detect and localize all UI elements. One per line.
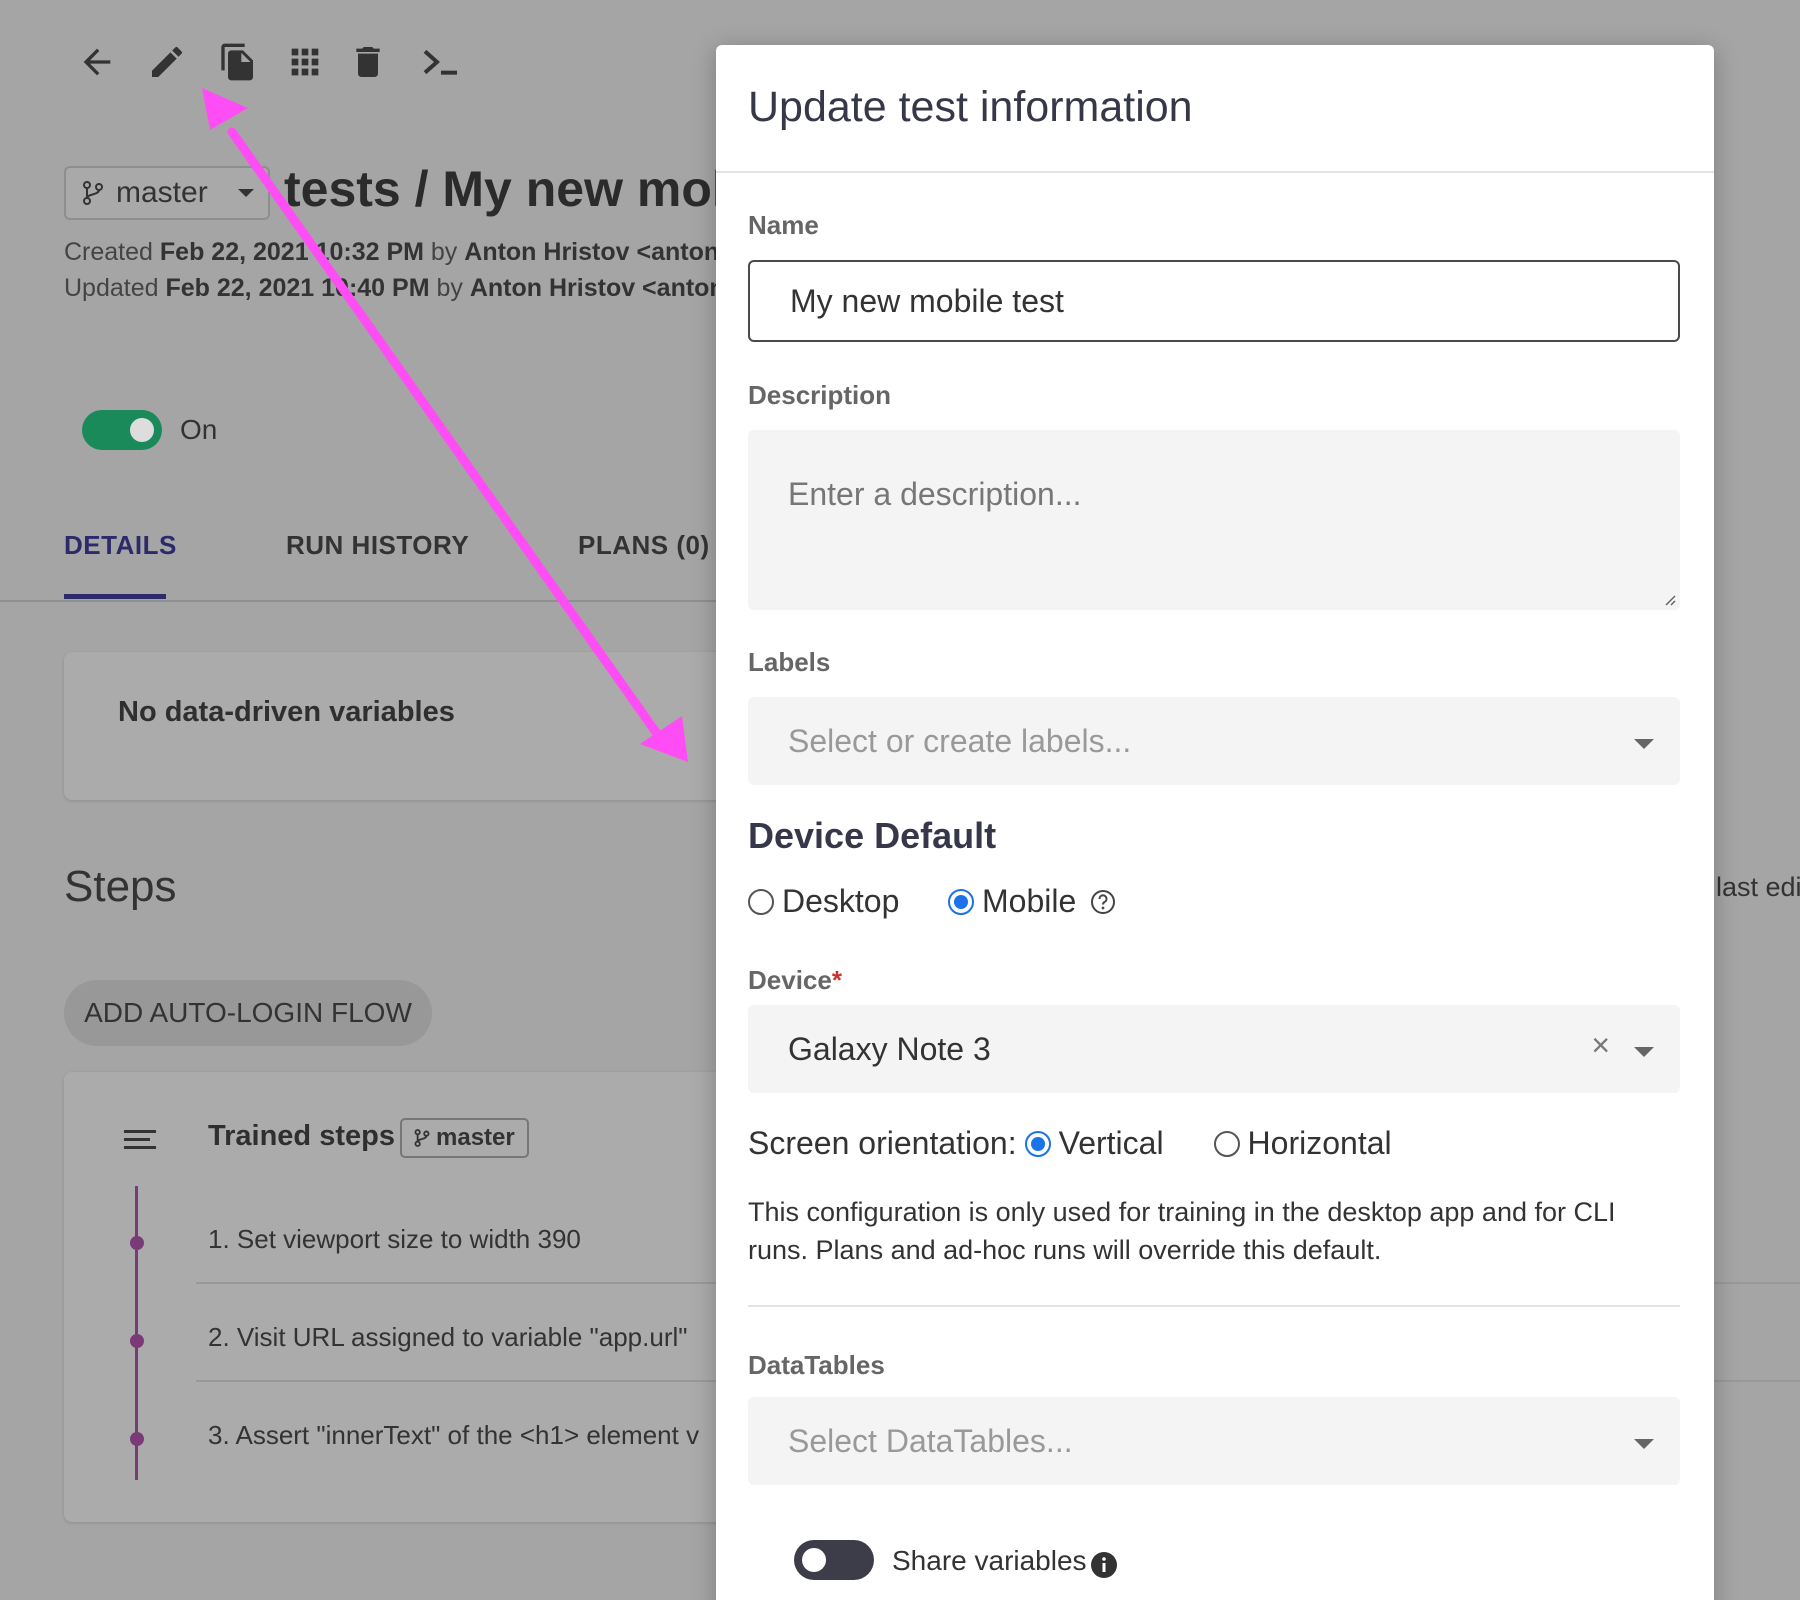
resize-grip-icon[interactable]: [1662, 592, 1676, 606]
labels-label: Labels: [748, 647, 831, 677]
info-icon[interactable]: [1090, 1551, 1118, 1579]
radio-horizontal-label: Horizontal: [1247, 1125, 1392, 1161]
modal-header: Update test information: [716, 45, 1714, 173]
step-dot: [130, 1236, 144, 1250]
device-label: Device*: [748, 965, 842, 996]
name-input[interactable]: My new mobile test: [748, 260, 1680, 342]
share-variables-toggle[interactable]: [794, 1540, 874, 1580]
branch-chip: master: [400, 1118, 529, 1158]
radio-vertical-label: Vertical: [1058, 1125, 1164, 1161]
updated-by: Anton Hristov <anton@: [469, 274, 750, 302]
name-input-value: My new mobile test: [790, 282, 1064, 319]
step-item-3[interactable]: 3. Assert "innerText" of the <h1> elemen…: [208, 1420, 699, 1451]
created-by-word: by: [430, 238, 458, 266]
tabs-divider: [0, 600, 720, 602]
created-prefix: Created: [64, 238, 153, 266]
orientation-label: Screen orientation:: [748, 1125, 1017, 1161]
radio-vertical-control[interactable]: [1024, 1130, 1051, 1157]
radio-horizontal-control[interactable]: [1213, 1130, 1240, 1157]
git-branch-icon: [83, 181, 103, 205]
clear-icon[interactable]: ×: [1591, 1027, 1610, 1064]
chevron-down-icon: [238, 189, 254, 197]
datatables-placeholder: Select DataTables...: [788, 1422, 1073, 1459]
share-variables-label: Share variables: [892, 1545, 1087, 1576]
created-by: Anton Hristov <anton@: [464, 238, 744, 266]
description-textarea[interactable]: Enter a description...: [748, 430, 1680, 610]
labels-select[interactable]: Select or create labels...: [748, 697, 1680, 785]
device-select[interactable]: Galaxy Note 3 ×: [748, 1005, 1680, 1093]
trained-steps-label: Trained steps: [208, 1120, 395, 1152]
trash-icon[interactable]: [346, 40, 390, 84]
created-meta: Created Feb 22, 2021 10:32 PM by Anton H…: [64, 238, 744, 267]
duplicate-icon[interactable]: [216, 40, 260, 84]
created-date: Feb 22, 2021 10:32 PM: [159, 238, 424, 266]
active-tab-indicator: [64, 594, 166, 599]
branch-chip-label: master: [436, 1124, 515, 1151]
modal-title: Update test information: [748, 83, 1193, 131]
step-dot: [130, 1432, 144, 1446]
branch-select-value: master: [116, 176, 208, 209]
updated-by-word: by: [436, 274, 463, 302]
datatables-label: DataTables: [748, 1350, 885, 1380]
required-indicator: *: [831, 965, 842, 995]
steps-heading: Steps: [64, 862, 177, 911]
device-default-heading: Device Default: [748, 815, 997, 856]
device-select-value: Galaxy Note 3: [788, 1030, 991, 1067]
chevron-down-icon: [1634, 1047, 1654, 1057]
toggle-knob: [802, 1548, 826, 1572]
updated-meta: Updated Feb 22, 2021 10:40 PM by Anton H…: [64, 274, 749, 303]
radio-mobile[interactable]: Mobile: [948, 883, 1116, 920]
modal-divider: [748, 1305, 1680, 1307]
radio-desktop-label: Desktop: [782, 883, 900, 919]
radio-desktop-control[interactable]: [748, 888, 774, 915]
add-auto-login-flow-button[interactable]: ADD AUTO-LOGIN FLOW: [64, 980, 432, 1046]
git-branch-icon: [414, 1129, 430, 1147]
updated-prefix: Updated: [64, 274, 159, 302]
tab-run-history[interactable]: RUN HISTORY: [286, 530, 469, 561]
step-item-2[interactable]: 2. Visit URL assigned to variable "app.u…: [208, 1322, 688, 1353]
name-label: Name: [748, 210, 819, 240]
page-title: tests / My new mol: [284, 161, 726, 217]
toggle-knob: [130, 418, 154, 442]
screen-orientation-row: Screen orientation: Vertical Horizontal: [748, 1125, 1392, 1162]
variables-empty-text: No data-driven variables: [118, 696, 455, 728]
device-label-text: Device: [748, 965, 832, 995]
radio-mobile-control[interactable]: [948, 888, 974, 915]
radio-mobile-label: Mobile: [982, 883, 1077, 919]
datatables-select[interactable]: Select DataTables...: [748, 1397, 1680, 1485]
steps-list-icon: [124, 1130, 156, 1152]
updated-date: Feb 22, 2021 10:40 PM: [165, 274, 430, 302]
update-test-modal: Update test information Name My new mobi…: [716, 45, 1714, 1600]
enabled-toggle-label: On: [180, 414, 218, 445]
edit-pencil-icon[interactable]: [145, 40, 189, 84]
description-placeholder: Enter a description...: [788, 476, 1082, 512]
step-dot: [130, 1334, 144, 1348]
radio-desktop[interactable]: Desktop: [748, 883, 899, 920]
labels-placeholder: Select or create labels...: [788, 722, 1132, 759]
chevron-down-icon: [1634, 1439, 1654, 1449]
step-item-1[interactable]: 1. Set viewport size to width 390: [208, 1224, 581, 1255]
enabled-toggle[interactable]: [82, 410, 162, 450]
trained-steps-card: [64, 1072, 734, 1522]
back-arrow-icon[interactable]: [75, 40, 119, 84]
tab-plans[interactable]: PLANS (0): [578, 530, 710, 561]
grid-icon[interactable]: [283, 40, 327, 84]
help-icon[interactable]: [1090, 889, 1116, 915]
last-edit-text: last edi: [1716, 872, 1800, 902]
terminal-icon[interactable]: [416, 40, 466, 84]
device-config-note: This configuration is only used for trai…: [748, 1197, 1616, 1265]
description-label: Description: [748, 380, 892, 410]
branch-select[interactable]: master: [64, 166, 270, 220]
chevron-down-icon: [1634, 739, 1654, 749]
tab-details[interactable]: DETAILS: [64, 530, 177, 561]
